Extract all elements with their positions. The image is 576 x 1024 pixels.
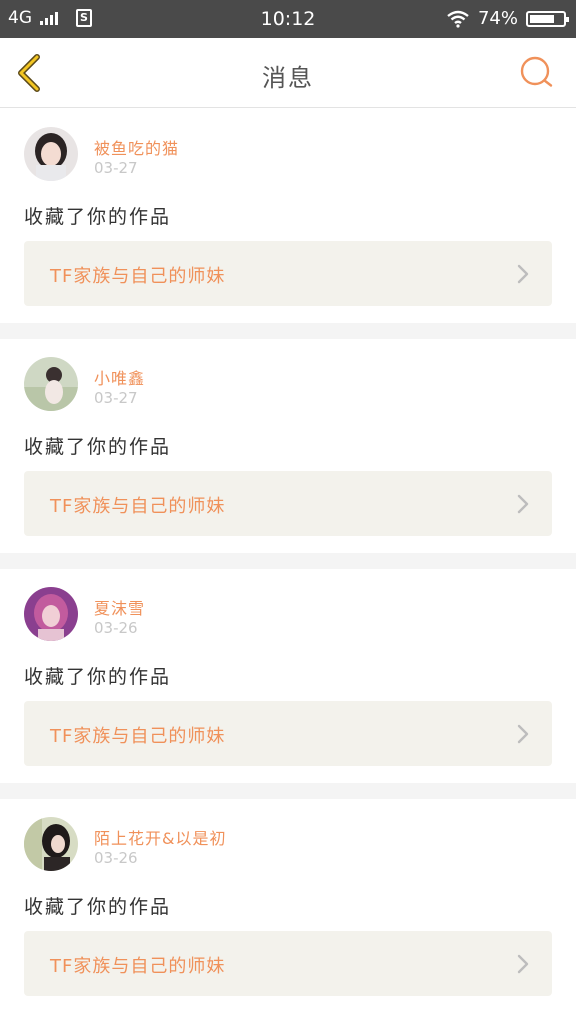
- work-link[interactable]: TF家族与自己的师妹: [24, 471, 552, 536]
- message-action-text: 收藏了你的作品: [24, 666, 172, 688]
- username-link[interactable]: 陌上花开&以是初: [94, 825, 226, 849]
- work-title: TF家族与自己的师妹: [50, 726, 226, 747]
- chevron-right-icon: [517, 494, 529, 514]
- message-card: 夏沫雪 03-26 收藏了你的作品 TF家族与自己的师妹: [0, 569, 576, 783]
- status-bar: 4G S 10:12 74%: [0, 0, 576, 38]
- message-action-text: 收藏了你的作品: [24, 436, 172, 458]
- status-right: 74%: [446, 8, 569, 29]
- message-date: 03-26: [94, 849, 138, 867]
- work-title: TF家族与自己的师妹: [50, 266, 226, 287]
- avatar[interactable]: [24, 817, 78, 871]
- search-icon: [520, 56, 553, 87]
- chevron-right-icon: [517, 954, 529, 974]
- search-button[interactable]: [518, 54, 556, 92]
- work-link[interactable]: TF家族与自己的师妹: [24, 701, 552, 766]
- chevron-left-icon: [18, 54, 40, 92]
- message-action-text: 收藏了你的作品: [24, 206, 172, 228]
- card-divider: [0, 783, 576, 799]
- avatar[interactable]: [24, 127, 78, 181]
- message-card: 小唯鑫 03-27 收藏了你的作品 TF家族与自己的师妹: [0, 339, 576, 553]
- battery-icon: [526, 10, 569, 27]
- card-divider: [0, 553, 576, 569]
- avatar[interactable]: [24, 357, 78, 411]
- message-action-text: 收藏了你的作品: [24, 896, 172, 918]
- page-title: 消息: [262, 64, 314, 92]
- chevron-right-icon: [517, 264, 529, 284]
- wifi-icon: [447, 10, 469, 28]
- avatar[interactable]: [24, 587, 78, 641]
- app-header: 消息: [0, 38, 576, 108]
- work-link[interactable]: TF家族与自己的师妹: [24, 931, 552, 996]
- battery-percent: 74%: [477, 8, 518, 29]
- message-date: 03-26: [94, 619, 138, 637]
- message-date: 03-27: [94, 389, 138, 407]
- username-link[interactable]: 夏沫雪: [94, 595, 145, 619]
- work-link[interactable]: TF家族与自己的师妹: [24, 241, 552, 306]
- chevron-right-icon: [517, 724, 529, 744]
- message-card: 被鱼吃的猫 03-27 收藏了你的作品 TF家族与自己的师妹: [0, 109, 576, 323]
- message-date: 03-27: [94, 159, 138, 177]
- card-divider: [0, 323, 576, 339]
- message-list: 被鱼吃的猫 03-27 收藏了你的作品 TF家族与自己的师妹 小唯鑫 03-27…: [0, 109, 576, 1013]
- username-link[interactable]: 小唯鑫: [94, 365, 145, 389]
- work-title: TF家族与自己的师妹: [50, 496, 226, 517]
- username-link[interactable]: 被鱼吃的猫: [94, 135, 179, 159]
- message-card: 陌上花开&以是初 03-26 收藏了你的作品 TF家族与自己的师妹: [0, 799, 576, 1013]
- work-title: TF家族与自己的师妹: [50, 956, 226, 977]
- back-button[interactable]: [12, 52, 52, 94]
